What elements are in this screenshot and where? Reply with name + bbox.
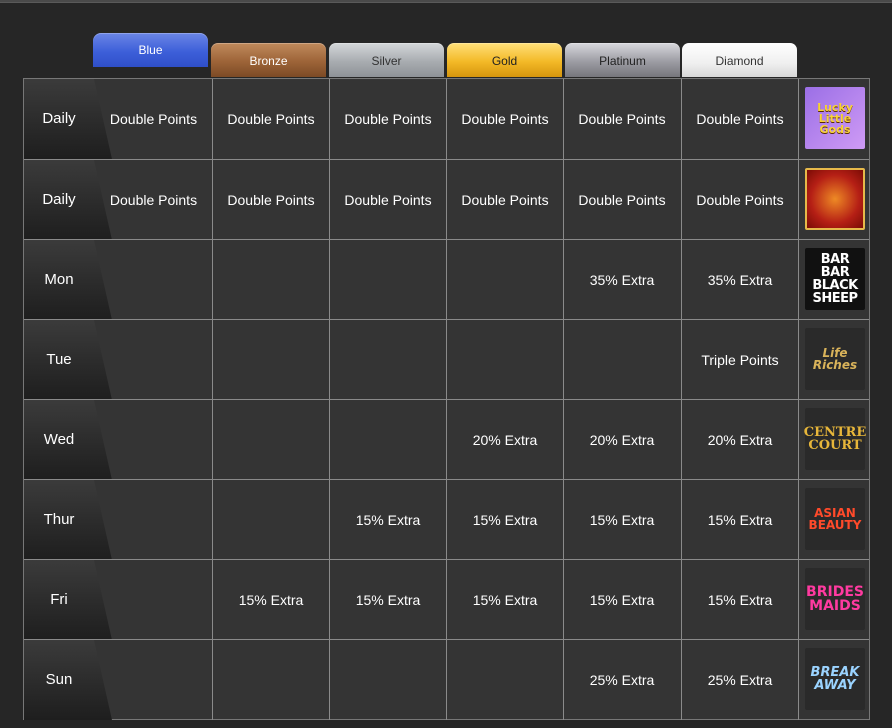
offer-cell-bronze: Double Points	[212, 160, 329, 240]
tier-tab-diamond[interactable]: Diamond	[682, 43, 797, 77]
offer-cell-diamond: 25% Extra	[681, 640, 798, 720]
table-row: Daily Double Points Double Points Double Po…	[24, 159, 869, 240]
offer-cell-silver: Double Points	[329, 79, 446, 159]
lucky-little-gods-icon[interactable]: Lucky Little Gods	[805, 87, 865, 149]
offer-cell-blue	[95, 640, 212, 720]
game-logo-cell: Lucky Little Gods	[798, 79, 869, 159]
offer-cell-diamond: Double Points	[681, 79, 798, 159]
offer-cell-diamond: 15% Extra	[681, 560, 798, 640]
offer-cell-bronze	[212, 240, 329, 320]
offer-cell-blue	[95, 480, 212, 560]
day-label: Thur	[43, 511, 75, 528]
table-row: Wed 20% Extra 20% Extra 20% Extra CENTRE COU…	[24, 399, 869, 480]
game-logo-cell: BREAK AWAY	[798, 640, 869, 720]
day-label: Tue	[46, 351, 72, 368]
offer-cell-blue	[95, 560, 212, 640]
day-label: Daily	[42, 110, 76, 127]
offer-cell-silver: 15% Extra	[329, 480, 446, 560]
offer-cell-gold: 15% Extra	[446, 480, 563, 560]
offer-cell-platinum: 35% Extra	[563, 240, 680, 320]
promotions-table: Daily Double Points Double Points Double Po…	[23, 78, 870, 720]
offer-cell-platinum: Double Points	[563, 79, 680, 159]
offer-cell-gold: 20% Extra	[446, 400, 563, 480]
offer-cell-blue	[95, 400, 212, 480]
black-sheep-icon[interactable]: BAR BAR BLACK SHEEP	[805, 248, 865, 310]
asian-beauty-icon[interactable]: ASIAN BEAUTY	[805, 488, 865, 550]
offer-cell-diamond: 20% Extra	[681, 400, 798, 480]
offer-cell-blue: Double Points	[109, 192, 198, 208]
tier-tab-blue[interactable]: Blue	[93, 33, 208, 67]
day-label: Sun	[45, 671, 73, 688]
offer-cell-silver: 15% Extra	[329, 560, 446, 640]
ruby-icon[interactable]	[805, 168, 865, 230]
offer-cell-platinum: 15% Extra	[563, 560, 680, 640]
offer-cell-silver: Double Points	[329, 160, 446, 240]
offer-cell-diamond: Double Points	[681, 160, 798, 240]
life-of-riches-icon[interactable]: Life Riches	[805, 328, 865, 390]
tier-tab-platinum[interactable]: Platinum	[565, 43, 680, 77]
day-label: Fri	[50, 591, 68, 608]
offer-cell-gold	[446, 240, 563, 320]
day-label: Daily	[42, 191, 76, 208]
offer-cell-platinum	[563, 320, 680, 400]
offer-cell-bronze	[212, 400, 329, 480]
offer-cell-diamond: Triple Points	[681, 320, 798, 400]
offer-cell-bronze	[212, 480, 329, 560]
offer-cell-bronze	[212, 640, 329, 720]
day-label: Mon	[44, 271, 74, 288]
table-row: Fri 15% Extra 15% Extra 15% Extra 15% Extra 1…	[24, 559, 869, 640]
offer-cell-diamond: 15% Extra	[681, 480, 798, 560]
tier-header: Blue Bronze Silver Gold Platinum Diamond	[93, 33, 799, 79]
offer-cell-gold: Double Points	[446, 160, 563, 240]
offer-cell-platinum: 15% Extra	[563, 480, 680, 560]
tier-tab-gold[interactable]: Gold	[447, 43, 562, 77]
table-row: Thur 15% Extra 15% Extra 15% Extra 15% Extra…	[24, 479, 869, 560]
offer-cell-bronze: 15% Extra	[212, 560, 329, 640]
tier-tab-bronze[interactable]: Bronze	[211, 43, 326, 77]
game-logo-cell: CENTRE COURT	[798, 400, 869, 480]
offer-cell-gold: 15% Extra	[446, 560, 563, 640]
break-away-icon[interactable]: BREAK AWAY	[805, 648, 865, 710]
offer-cell-gold	[446, 320, 563, 400]
offer-cell-bronze	[212, 320, 329, 400]
game-logo-cell	[798, 160, 869, 240]
table-row: Mon 35% Extra 35% Extra BAR BAR BLACK SHEEP	[24, 239, 869, 320]
offer-cell-blue	[95, 240, 212, 320]
offer-cell-silver	[329, 240, 446, 320]
offer-cell-blue: Double Points	[109, 111, 198, 127]
table-row: Tue Triple Points Life Riches	[24, 319, 869, 400]
offer-cell-silver	[329, 400, 446, 480]
offer-cell-blue	[95, 320, 212, 400]
day-label: Wed	[43, 431, 75, 448]
offer-cell-platinum: 20% Extra	[563, 400, 680, 480]
offer-cell-gold: Double Points	[446, 79, 563, 159]
bridesmaids-icon[interactable]: BRIDES MAIDS	[805, 568, 865, 630]
game-logo-cell: BRIDES MAIDS	[798, 560, 869, 640]
offer-cell-diamond: 35% Extra	[681, 240, 798, 320]
offer-cell-platinum: 25% Extra	[563, 640, 680, 720]
table-row: Sun 25% Extra 25% Extra BREAK AWAY	[24, 639, 869, 720]
offer-cell-silver	[329, 320, 446, 400]
game-logo-cell: BAR BAR BLACK SHEEP	[798, 240, 869, 320]
offer-cell-silver	[329, 640, 446, 720]
top-divider	[0, 0, 892, 3]
offer-cell-platinum: Double Points	[563, 160, 680, 240]
offer-cell-bronze: Double Points	[212, 79, 329, 159]
tier-tab-silver[interactable]: Silver	[329, 43, 444, 77]
centre-court-icon[interactable]: CENTRE COURT	[804, 408, 866, 470]
game-logo-cell: Life Riches	[798, 320, 869, 400]
game-logo-cell: ASIAN BEAUTY	[798, 480, 869, 560]
offer-cell-gold	[446, 640, 563, 720]
table-row: Daily Double Points Double Points Double Po…	[24, 79, 869, 159]
